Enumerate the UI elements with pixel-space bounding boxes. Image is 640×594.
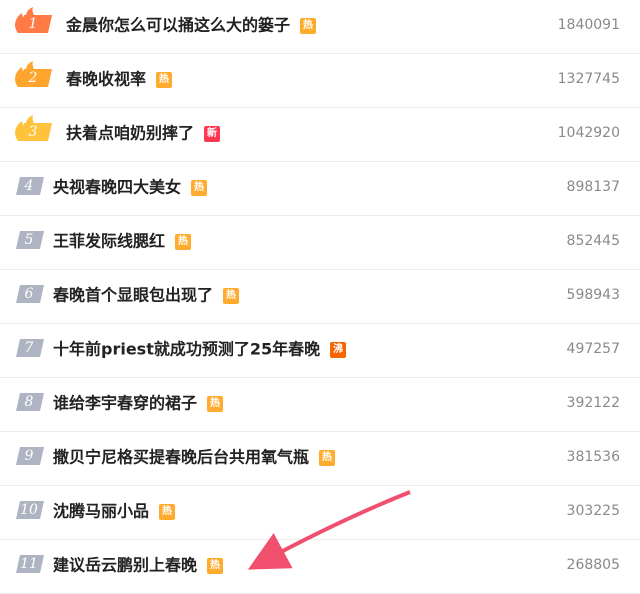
topic-title-text[interactable]: 央视春晚四大美女: [53, 178, 181, 197]
rank-number: 3: [28, 124, 38, 140]
topic-title-text[interactable]: 金晨你怎么可以捅这么大的篓子: [66, 16, 290, 35]
rank-tag: 7: [14, 339, 44, 357]
hot-badge: 热: [223, 287, 240, 304]
trending-item[interactable]: 4 央视春晚四大美女热 898137: [0, 162, 640, 216]
trending-item[interactable]: 7 十年前priest就成功预测了25年春晚沸 497257: [0, 324, 640, 378]
topic-title-text[interactable]: 十年前priest就成功预测了25年春晚: [53, 340, 320, 359]
hot-badge: 热: [191, 179, 208, 196]
topic-title[interactable]: 谁给李宇春穿的裙子热: [53, 390, 224, 416]
new-badge: 新: [204, 125, 221, 142]
rank-number: 7: [24, 340, 34, 356]
rank-tag: 1: [14, 7, 52, 33]
topic-title[interactable]: 十年前priest就成功预测了25年春晚沸: [53, 336, 347, 362]
boil-badge: 沸: [330, 341, 347, 358]
topic-title[interactable]: 央视春晚四大美女热: [53, 174, 208, 200]
rank-tag: 9: [14, 447, 44, 465]
search-count: 497257: [566, 341, 620, 357]
topic-title-text[interactable]: 扶着点咱奶别摔了: [66, 124, 194, 143]
rank-number: 11: [20, 556, 38, 572]
rank-number: 2: [28, 70, 38, 86]
search-count: 852445: [566, 233, 620, 249]
rank-number: 9: [24, 448, 34, 464]
search-count: 598943: [566, 287, 620, 303]
rank-tag: 8: [14, 393, 44, 411]
topic-title[interactable]: 撒贝宁尼格买提春晚后台共用氧气瓶热: [53, 444, 336, 470]
rank-tag: 6: [14, 285, 44, 303]
topic-title[interactable]: 扶着点咱奶别摔了新: [66, 120, 221, 146]
search-count: 1840091: [557, 17, 620, 33]
topic-title[interactable]: 沈腾马丽小品热: [53, 498, 176, 524]
rank-number: 1: [28, 16, 38, 32]
hot-badge: 热: [156, 71, 173, 88]
trending-item[interactable]: 9 撒贝宁尼格买提春晚后台共用氧气瓶热 381536: [0, 432, 640, 486]
topic-title-text[interactable]: 撒贝宁尼格买提春晚后台共用氧气瓶: [53, 448, 309, 467]
rank-tag: 11: [14, 555, 44, 573]
search-count: 1327745: [557, 71, 620, 87]
topic-title-text[interactable]: 沈腾马丽小品: [53, 502, 149, 521]
rank-tag: 2: [14, 61, 52, 87]
trending-item[interactable]: 11 建议岳云鹏别上春晚热 268805: [0, 540, 640, 594]
rank-number: 8: [24, 394, 34, 410]
search-count: 381536: [566, 449, 620, 465]
topic-title-text[interactable]: 春晚收视率: [66, 70, 146, 89]
topic-title[interactable]: 金晨你怎么可以捅这么大的篓子热: [66, 12, 317, 38]
topic-title-text[interactable]: 王菲发际线腮红: [53, 232, 165, 251]
topic-title[interactable]: 建议岳云鹏别上春晚热: [53, 552, 224, 578]
topic-title[interactable]: 王菲发际线腮红热: [53, 228, 192, 254]
trending-item[interactable]: 8 谁给李宇春穿的裙子热 392122: [0, 378, 640, 432]
trending-item[interactable]: 5 王菲发际线腮红热 852445: [0, 216, 640, 270]
rank-tag: 3: [14, 115, 52, 141]
rank-tag: 5: [14, 231, 44, 249]
rank-tag: 4: [14, 177, 44, 195]
rank-number: 4: [24, 178, 34, 194]
rank-number: 10: [20, 502, 38, 518]
topic-title-text[interactable]: 春晚首个显眼包出现了: [53, 286, 213, 305]
hot-badge: 热: [159, 503, 176, 520]
search-count: 1042920: [557, 125, 620, 141]
search-count: 303225: [566, 503, 620, 519]
trending-item[interactable]: 1 金晨你怎么可以捅这么大的篓子热 1840091: [0, 0, 640, 54]
topic-title-text[interactable]: 建议岳云鹏别上春晚: [53, 556, 197, 575]
hot-badge: 热: [175, 233, 192, 250]
trending-item[interactable]: 2 春晚收视率热 1327745: [0, 54, 640, 108]
topic-title-text[interactable]: 谁给李宇春穿的裙子: [53, 394, 197, 413]
trending-item[interactable]: 3 扶着点咱奶别摔了新 1042920: [0, 108, 640, 162]
hot-badge: 热: [319, 449, 336, 466]
rank-number: 6: [24, 286, 34, 302]
rank-tag: 10: [14, 501, 44, 519]
hot-badge: 热: [300, 17, 317, 34]
topic-title[interactable]: 春晚收视率热: [66, 66, 173, 92]
hot-badge: 热: [207, 395, 224, 412]
rank-number: 5: [24, 232, 34, 248]
trending-item[interactable]: 6 春晚首个显眼包出现了热 598943: [0, 270, 640, 324]
search-count: 268805: [566, 557, 620, 573]
search-count: 898137: [566, 179, 620, 195]
search-count: 392122: [566, 395, 620, 411]
hot-badge: 热: [207, 557, 224, 574]
topic-title[interactable]: 春晚首个显眼包出现了热: [53, 282, 240, 308]
trending-item[interactable]: 10 沈腾马丽小品热 303225: [0, 486, 640, 540]
